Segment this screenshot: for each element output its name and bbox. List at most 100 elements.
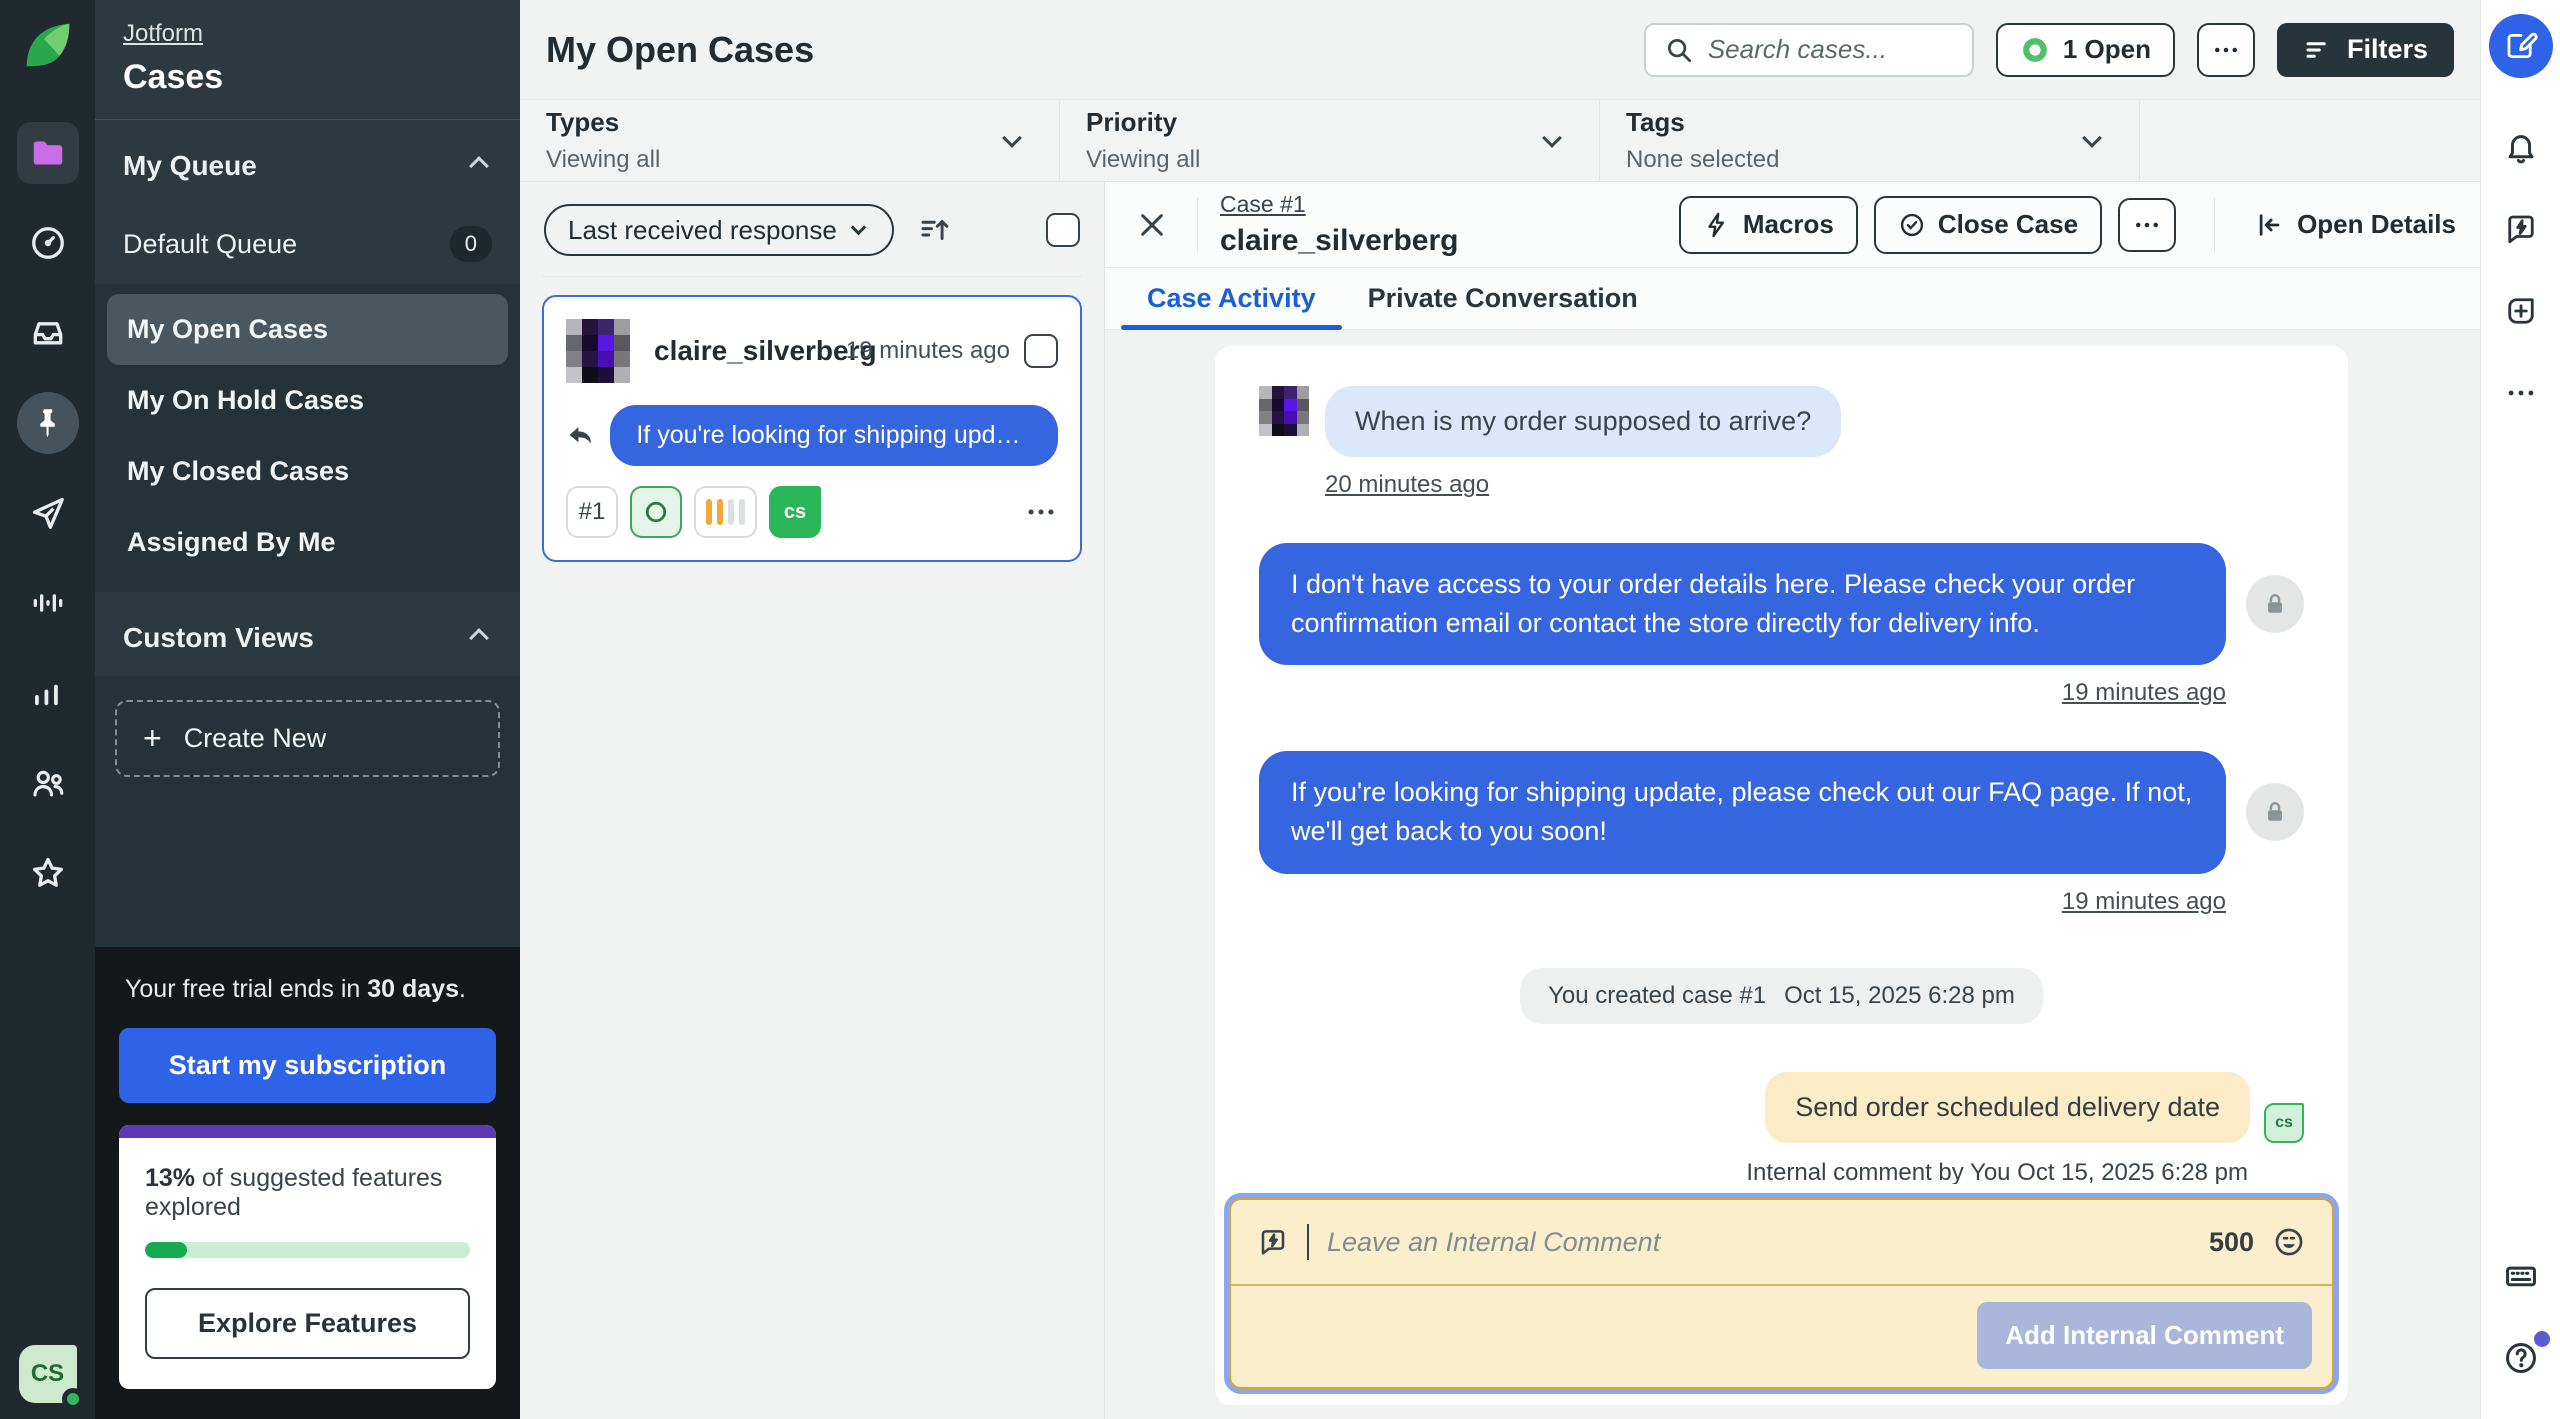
case-number-link[interactable]: Case #1 (1220, 191, 1306, 217)
filter-priority[interactable]: Priority Viewing all (1060, 100, 1600, 181)
queue-views-group: My Open Cases My On Hold Cases My Closed… (95, 284, 520, 592)
help-notification-dot (2534, 1331, 2550, 1347)
message-list: When is my order supposed to arrive? 20 … (1215, 346, 2348, 1184)
case-activity-area: When is my order supposed to arrive? 20 … (1105, 330, 2480, 1419)
case-detail-header: Case #1 claire_silverberg Macros Close C… (1105, 182, 2480, 268)
tab-case-activity[interactable]: Case Activity (1121, 268, 1342, 329)
case-identity: Case #1 claire_silverberg (1220, 191, 1459, 258)
levels-icon[interactable] (17, 572, 79, 634)
notifications-bell-icon[interactable] (2496, 122, 2546, 172)
conversation-card: When is my order supposed to arrive? 20 … (1215, 346, 2348, 1405)
open-details-label: Open Details (2297, 209, 2456, 240)
case-username: claire_silverberg (654, 335, 877, 367)
open-cases-count-button[interactable]: 1 Open (1996, 23, 2175, 77)
case-list-panel: Last received response clair (520, 182, 1105, 1419)
internal-comment-composer: 500 Add Internal Comment (1229, 1198, 2334, 1389)
text-caret (1307, 1224, 1309, 1260)
gauge-icon[interactable] (17, 212, 79, 274)
incoming-message: When is my order supposed to arrive? (1259, 386, 2304, 457)
case-more-button[interactable] (2118, 198, 2176, 252)
internal-comment-input[interactable] (1327, 1227, 2191, 1258)
sidebar-item-my-closed-cases[interactable]: My Closed Cases (107, 436, 508, 507)
folder-icon[interactable] (17, 122, 79, 184)
filters-label: Filters (2347, 34, 2428, 65)
add-leaf-icon[interactable] (2496, 286, 2546, 336)
custom-views-section-header[interactable]: Custom Views (95, 592, 520, 676)
divider (1197, 198, 1198, 252)
filter-tags-value: None selected (1626, 146, 2085, 174)
case-card-claire-silverberg[interactable]: claire_silverberg 19 minutes ago If you'… (542, 295, 1082, 562)
macros-button[interactable]: Macros (1679, 196, 1858, 254)
features-progress-fill (145, 1242, 187, 1258)
compose-icon (2504, 29, 2538, 63)
left-icon-rail: CS (0, 0, 95, 1419)
filter-bar-spacer (2140, 100, 2480, 181)
sprout-logo[interactable] (17, 14, 79, 76)
sort-order-icon[interactable] (918, 213, 952, 247)
more-options-icon[interactable] (2496, 368, 2546, 418)
case-status-badge[interactable] (630, 486, 682, 538)
case-list-controls: Last received response (542, 198, 1082, 277)
paper-plane-icon[interactable] (17, 482, 79, 544)
case-time: 19 minutes ago (846, 337, 1010, 365)
breadcrumb-jotform[interactable]: Jotform (123, 20, 203, 48)
inbox-icon[interactable] (17, 302, 79, 364)
chevron-down-icon (851, 219, 867, 235)
outgoing-message: I don't have access to your order detail… (1259, 543, 2304, 665)
create-new-button[interactable]: + Create New (115, 700, 500, 777)
outgoing-message-bubble: If you're looking for shipping update, p… (1259, 751, 2226, 873)
filter-tags[interactable]: Tags None selected (1600, 100, 2140, 181)
compose-button[interactable] (2489, 14, 2553, 78)
comment-bolt-icon (1257, 1226, 1289, 1258)
select-all-checkbox[interactable] (1046, 213, 1080, 247)
emoji-icon[interactable] (2272, 1225, 2306, 1259)
filter-priority-label: Priority (1086, 107, 1545, 138)
outgoing-message-time[interactable]: 19 minutes ago (2062, 888, 2226, 916)
start-subscription-button[interactable]: Start my subscription (119, 1028, 496, 1103)
divider (2214, 198, 2215, 252)
filter-types[interactable]: Types Viewing all (520, 100, 1060, 181)
close-case-button[interactable]: Close Case (1874, 196, 2102, 254)
cases-sidebar: Jotform Cases My Queue Default Queue 0 M… (95, 0, 520, 1419)
explore-features-button[interactable]: Explore Features (145, 1288, 470, 1359)
people-icon[interactable] (17, 752, 79, 814)
internal-comment-author-badge: cs (2264, 1103, 2304, 1143)
features-progress-track (145, 1242, 470, 1258)
search-input[interactable] (1708, 34, 1954, 65)
assignee-badge[interactable]: cs (769, 486, 821, 538)
my-queue-label: My Queue (123, 150, 257, 182)
sort-dropdown[interactable]: Last received response (544, 204, 894, 256)
sidebar-item-my-open-cases[interactable]: My Open Cases (107, 294, 508, 365)
keyboard-shortcuts-icon[interactable] (2496, 1251, 2546, 1301)
sidebar-item-my-on-hold-cases[interactable]: My On Hold Cases (107, 365, 508, 436)
chevron-down-icon (1542, 128, 1562, 148)
open-details-icon (2253, 210, 2283, 240)
main-content: My Open Cases 1 Open Filters Types Viewi… (520, 0, 2480, 1419)
case-checkbox[interactable] (1024, 334, 1058, 368)
sidebar-item-assigned-by-me[interactable]: Assigned By Me (107, 507, 508, 578)
star-icon[interactable] (17, 842, 79, 904)
help-icon[interactable] (2496, 1333, 2546, 1383)
sidebar-item-default-queue[interactable]: Default Queue 0 (95, 204, 520, 284)
case-more-icon[interactable] (1024, 495, 1058, 529)
open-details-button[interactable]: Open Details (2253, 196, 2456, 254)
pin-icon[interactable] (17, 392, 79, 454)
incoming-message-time[interactable]: 20 minutes ago (1325, 471, 2304, 499)
private-reply-avatar (2246, 575, 2304, 633)
features-progress-card: 13% of suggested features explored Explo… (119, 1125, 496, 1389)
case-priority-badge[interactable] (694, 486, 757, 538)
add-internal-comment-button[interactable]: Add Internal Comment (1977, 1302, 2312, 1369)
incoming-message-bubble: When is my order supposed to arrive? (1325, 386, 1841, 457)
tab-private-conversation[interactable]: Private Conversation (1342, 268, 1664, 329)
user-avatar[interactable]: CS (19, 1345, 77, 1403)
bar-chart-icon[interactable] (17, 662, 79, 724)
page-title: My Open Cases (546, 29, 814, 71)
chevron-down-icon (2082, 128, 2102, 148)
close-detail-button[interactable] (1129, 202, 1175, 248)
outgoing-message-time[interactable]: 19 minutes ago (2062, 679, 2226, 707)
feedback-comment-bolt-icon[interactable] (2496, 204, 2546, 254)
filter-bar: Types Viewing all Priority Viewing all T… (520, 100, 2480, 182)
filters-button[interactable]: Filters (2277, 23, 2454, 77)
my-queue-section-header[interactable]: My Queue (95, 120, 520, 204)
header-more-button[interactable] (2197, 23, 2255, 77)
